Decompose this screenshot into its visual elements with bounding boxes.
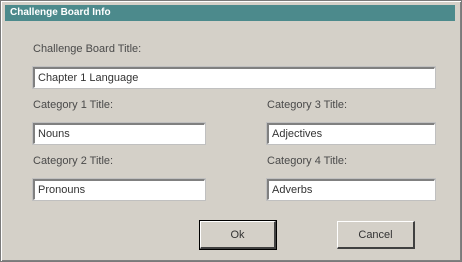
dialog-title: Challenge Board Info [5,5,455,21]
category-4-label: Category 4 Title: [267,155,348,167]
category-3-label: Category 3 Title: [267,99,348,111]
category-1-label: Category 1 Title: [33,99,114,111]
challenge-board-dialog: Challenge Board Info Challenge Board Tit… [0,0,462,262]
board-title-input[interactable] [32,66,436,89]
category-4-input[interactable] [266,178,436,201]
category-2-input[interactable] [32,178,206,201]
category-1-input[interactable] [32,122,206,145]
cancel-button[interactable]: Cancel [337,221,415,249]
category-3-input[interactable] [266,122,436,145]
category-2-label: Category 2 Title: [33,155,114,167]
board-title-label: Challenge Board Title: [33,43,142,55]
ok-button[interactable]: Ok [199,220,277,250]
